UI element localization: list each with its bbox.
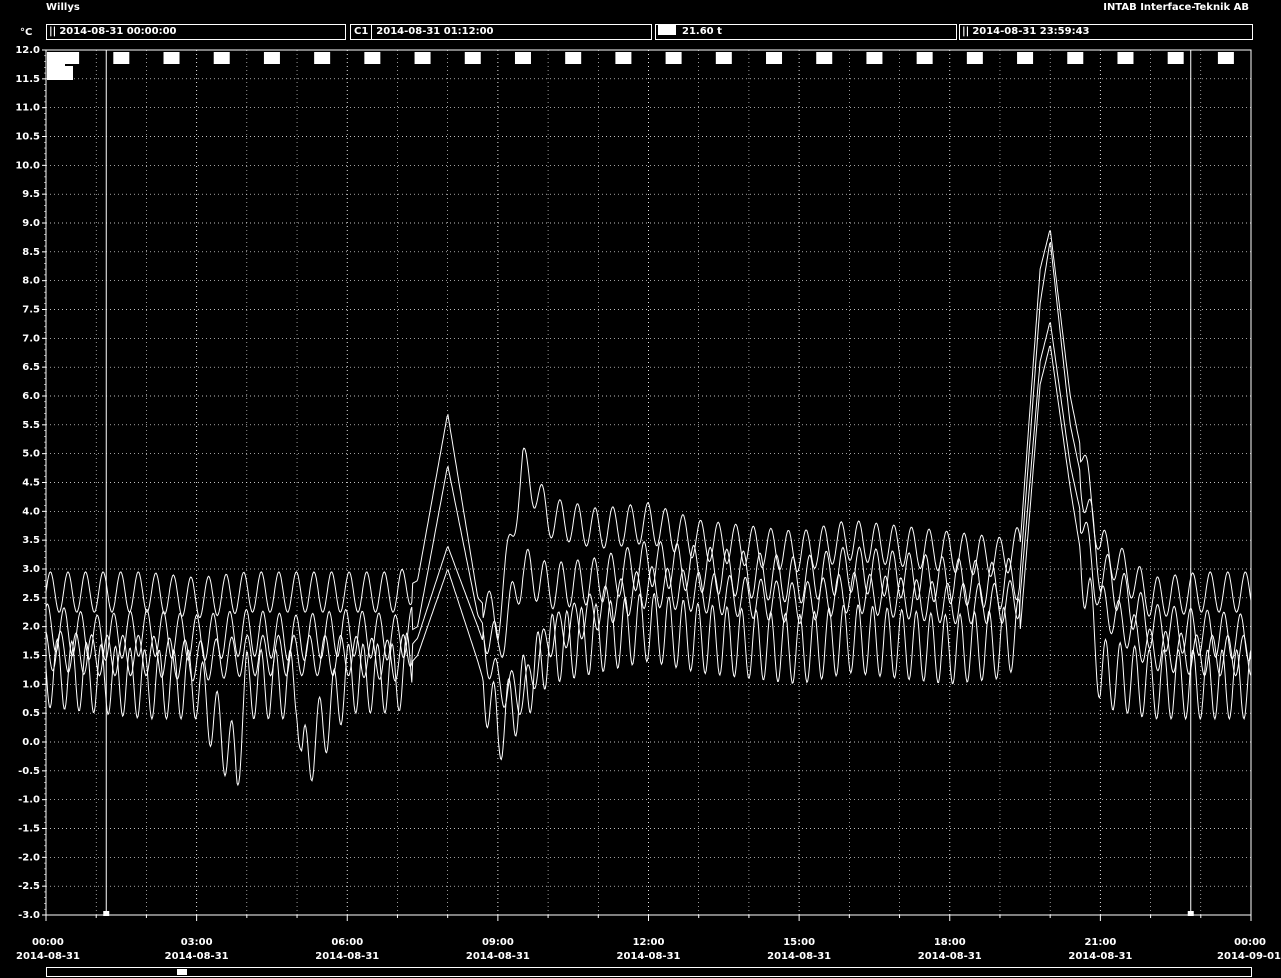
y-tick-label: -3.0 — [18, 910, 40, 921]
y-tick-label: -0.5 — [18, 766, 40, 777]
y-tick-label: 1.5 — [22, 651, 40, 662]
y-tick-label: 0.5 — [22, 708, 40, 719]
y-tick-label: 7.0 — [22, 333, 40, 344]
x-tick-date-label: 2014-08-31 — [16, 951, 80, 962]
event-marker — [816, 52, 833, 64]
event-marker — [665, 52, 682, 64]
y-tick-label: 4.0 — [22, 506, 40, 517]
event-marker — [163, 52, 180, 64]
event-marker — [63, 52, 80, 64]
event-marker — [364, 52, 381, 64]
y-tick-label: 9.0 — [22, 218, 40, 229]
cursor-handle — [103, 911, 110, 916]
y-tick-label: 2.0 — [22, 622, 40, 633]
event-marker — [213, 52, 230, 64]
x-tick-time-label: 21:00 — [1084, 937, 1116, 948]
x-tick-date-label: 2014-08-31 — [1068, 951, 1132, 962]
y-tick-label: 6.5 — [22, 362, 40, 373]
event-marker — [263, 52, 280, 64]
y-tick-label: 12.0 — [15, 45, 40, 56]
event-marker — [1017, 52, 1034, 64]
y-tick-label: -2.5 — [18, 881, 40, 892]
y-tick-label: -1.0 — [18, 795, 40, 806]
time-scrollbar[interactable] — [46, 967, 1252, 977]
x-tick-time-label: 03:00 — [181, 937, 213, 948]
y-tick-label: 1.0 — [22, 679, 40, 690]
event-marker — [1117, 52, 1134, 64]
y-tick-label: 9.5 — [22, 189, 40, 200]
event-marker — [314, 52, 331, 64]
event-marker — [565, 52, 582, 64]
event-marker — [1167, 52, 1184, 64]
event-marker — [916, 52, 933, 64]
event-marker — [1217, 52, 1234, 64]
event-marker — [766, 52, 783, 64]
y-tick-label: 5.5 — [22, 420, 40, 431]
y-tick-label: 3.0 — [22, 564, 40, 575]
x-tick-date-label: 2014-09-01 — [1217, 951, 1281, 962]
event-marker — [715, 52, 732, 64]
x-tick-time-label: 09:00 — [482, 937, 514, 948]
event-marker — [414, 52, 431, 64]
y-tick-label: 6.0 — [22, 391, 40, 402]
x-tick-date-label: 2014-08-31 — [165, 951, 229, 962]
y-tick-label: 3.5 — [22, 535, 40, 546]
y-tick-label: 5.0 — [22, 449, 40, 460]
y-tick-label: 4.5 — [22, 478, 40, 489]
x-tick-time-label: 00:00 — [1234, 937, 1266, 948]
y-tick-label: 2.5 — [22, 593, 40, 604]
event-marker — [1067, 52, 1084, 64]
y-tick-label: 8.0 — [22, 276, 40, 287]
cursor-handle — [1187, 911, 1194, 916]
event-marker — [514, 52, 531, 64]
event-marker — [866, 52, 883, 64]
y-tick-label: 0.0 — [22, 737, 40, 748]
event-marker — [615, 52, 632, 64]
x-tick-time-label: 00:00 — [32, 937, 64, 948]
x-tick-time-label: 18:00 — [934, 937, 966, 948]
x-tick-time-label: 06:00 — [331, 937, 363, 948]
y-tick-label: 8.5 — [22, 247, 40, 258]
event-marker — [464, 52, 481, 64]
x-tick-date-label: 2014-08-31 — [315, 951, 379, 962]
y-tick-label: -1.5 — [18, 824, 40, 835]
x-tick-time-label: 15:00 — [783, 937, 815, 948]
y-tick-label: 11.0 — [15, 103, 40, 114]
x-tick-date-label: 2014-08-31 — [918, 951, 982, 962]
y-tick-label: -2.0 — [18, 852, 40, 863]
x-tick-date-label: 2014-08-31 — [617, 951, 681, 962]
y-tick-label: 7.5 — [22, 305, 40, 316]
y-tick-label: 11.5 — [15, 74, 40, 85]
scrollbar-thumb[interactable] — [177, 969, 187, 975]
y-tick-label: 10.5 — [15, 132, 40, 143]
x-tick-date-label: 2014-08-31 — [767, 951, 831, 962]
temperature-chart[interactable]: 12.0 11.5 11.0 10.5 10.0 9.5 9.0 8.5 8.0 7.5 7.0 6.… — [0, 0, 1281, 965]
y-tick-label: 10.0 — [15, 160, 40, 171]
event-marker — [47, 66, 73, 80]
event-marker — [966, 52, 983, 64]
x-tick-date-label: 2014-08-31 — [466, 951, 530, 962]
x-tick-time-label: 12:00 — [633, 937, 665, 948]
event-marker — [113, 52, 130, 64]
